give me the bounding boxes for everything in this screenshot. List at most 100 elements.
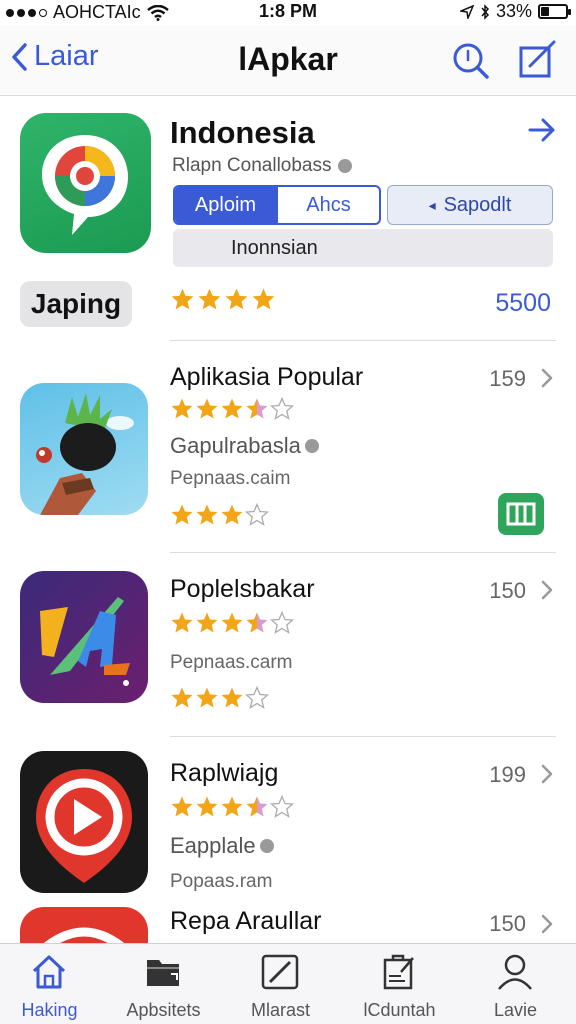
app-count: 199	[489, 762, 526, 787]
list-item[interactable]: Aplikasia Popular 159 Gapulrabasla Pepna…	[0, 341, 576, 552]
info-icon	[304, 439, 319, 453]
segment-left[interactable]: Aploim	[175, 187, 276, 223]
star-icon	[170, 287, 195, 317]
character-icon	[36, 393, 134, 515]
search-icon[interactable]	[450, 40, 490, 80]
app-icon-letters	[20, 571, 148, 703]
clipboard-icon	[383, 954, 414, 990]
support-button-icon: ◂	[428, 196, 436, 213]
bluetooth-icon	[481, 3, 489, 20]
app-rating	[170, 396, 295, 426]
star-icon	[170, 503, 194, 532]
tab-label: Haking	[21, 1000, 78, 1020]
tab-profile[interactable]: Lavie	[458, 950, 573, 1022]
app-title: Repa Araullar	[170, 907, 322, 935]
star-icon	[170, 611, 194, 640]
star-icon	[269, 794, 295, 824]
tab-label: Mlarast	[250, 1000, 310, 1020]
chevron-right-icon[interactable]	[540, 913, 554, 935]
app-rating	[170, 610, 295, 640]
ring-icon	[43, 927, 125, 943]
app-count: 159	[489, 366, 526, 391]
category-chip[interactable]: Japing	[20, 281, 132, 327]
star-icon	[170, 795, 194, 824]
app-domain: Pepnaas.carm	[170, 652, 293, 673]
star-icon	[269, 610, 295, 640]
tab-label: lCduntah	[363, 1000, 436, 1020]
star-icon	[220, 611, 244, 640]
app-domain: Popaas.ram	[170, 871, 273, 892]
tab-label: Apbsitets	[126, 1000, 201, 1020]
list-item[interactable]: Raplwiajg 199 Eapplale Popaas.ram	[0, 737, 576, 903]
star-icon	[251, 287, 276, 317]
status-right: 33%	[459, 1, 571, 22]
play-pin-icon	[36, 769, 132, 883]
star-icon	[224, 287, 249, 317]
home-icon	[32, 955, 66, 989]
star-icon	[269, 396, 295, 426]
support-button-label: Sapodlt	[443, 193, 512, 216]
star-icon	[195, 397, 219, 426]
star-icon	[170, 686, 194, 715]
tab-bar: Haking Apbsitets Mlarast lCduntah Lavie	[0, 943, 576, 1024]
letter-art-icon	[40, 597, 130, 686]
app-developer-text: Eapplale	[170, 833, 256, 858]
featured-title: Indonesia	[170, 115, 315, 150]
app-rating-secondary	[170, 685, 270, 715]
folder-icon	[147, 960, 179, 986]
person-icon	[498, 954, 532, 990]
star-icon	[195, 503, 219, 532]
tab-apps[interactable]: Apbsitets	[106, 950, 221, 1022]
app-title: Raplwiajg	[170, 759, 279, 787]
star-icon	[245, 611, 269, 640]
chevron-right-icon[interactable]	[540, 579, 554, 601]
star-icon	[220, 397, 244, 426]
app-title: Poplelsbakar	[170, 575, 315, 603]
grid-badge-icon[interactable]	[498, 493, 544, 535]
language-field[interactable]: Inonnsian	[173, 229, 553, 267]
tab-home[interactable]: Haking	[0, 950, 107, 1022]
featured-count: 5500	[495, 289, 551, 317]
app-icon-red	[20, 907, 148, 943]
grid-icon	[506, 502, 536, 526]
chevron-right-icon[interactable]	[540, 763, 554, 785]
location-icon	[459, 4, 474, 19]
app-icon-character	[20, 383, 148, 515]
list-item[interactable]: Repa Araullar 150	[0, 903, 576, 943]
chat-bubble-icon	[42, 135, 128, 235]
arrow-right-icon[interactable]	[528, 117, 556, 143]
app-count: 150	[489, 578, 526, 603]
support-button[interactable]: ◂ Sapodlt	[387, 185, 553, 225]
status-bar: AOHCTAIc 1:8 PM 33%	[0, 0, 576, 26]
star-icon	[244, 502, 270, 532]
featured-app: Indonesia Rlapn Conallobass Aploim Ahcs …	[0, 97, 576, 339]
chevron-right-icon[interactable]	[540, 367, 554, 389]
segment-right[interactable]: Ahcs	[276, 187, 379, 223]
star-icon	[244, 685, 270, 715]
star-icon	[220, 503, 244, 532]
battery-icon	[538, 4, 571, 19]
info-icon	[259, 839, 274, 853]
star-icon	[220, 795, 244, 824]
app-count: 150	[489, 911, 526, 936]
featured-rating	[170, 287, 276, 317]
featured-subtitle-text: Rlapn Conallobass	[172, 155, 332, 176]
star-icon	[197, 287, 222, 317]
list-item[interactable]: Poplelsbakar 150 Pepnaas.carm	[0, 553, 576, 736]
compose-icon[interactable]	[518, 40, 558, 80]
app-domain: Pepnaas.caim	[170, 468, 291, 489]
featured-subtitle: Rlapn Conallobass	[172, 155, 352, 177]
navigation-bar: Laiar lApkar	[0, 26, 576, 96]
app-developer-text: Gapulrabasla	[170, 433, 301, 458]
star-icon	[220, 686, 244, 715]
star-icon	[170, 397, 194, 426]
star-icon	[195, 795, 219, 824]
featured-app-icon[interactable]	[20, 113, 151, 253]
info-icon[interactable]	[337, 159, 352, 173]
tab-market[interactable]: Mlarast	[223, 950, 338, 1022]
tab-account[interactable]: lCduntah	[342, 950, 457, 1022]
app-icon-play	[20, 751, 148, 893]
tab-label: Lavie	[493, 1000, 538, 1020]
star-icon	[195, 686, 219, 715]
battery-fill	[541, 7, 549, 16]
